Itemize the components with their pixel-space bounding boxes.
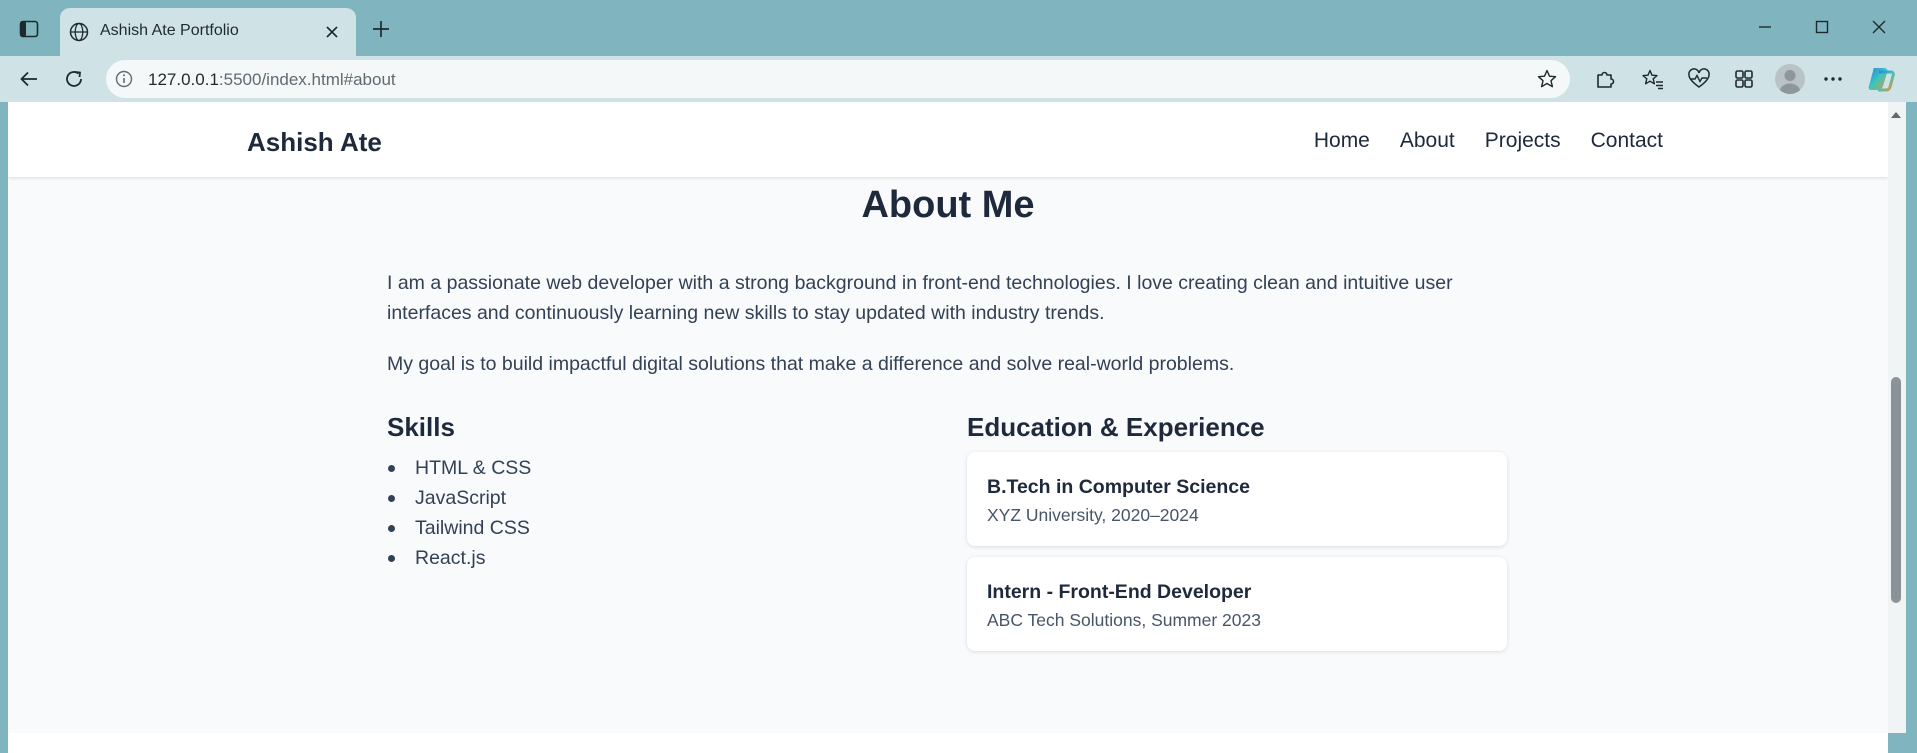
url-host: 127.0.0.1 bbox=[148, 70, 219, 89]
collections-icon[interactable] bbox=[1731, 66, 1757, 92]
page-bottom-edge bbox=[8, 733, 1888, 753]
nav-link-home[interactable]: Home bbox=[1314, 129, 1370, 153]
site-navbar: Ashish Ate Home About Projects Contact bbox=[8, 102, 1888, 177]
copilot-icon[interactable] bbox=[1866, 64, 1896, 94]
browser-titlebar: Ashish Ate Portfolio bbox=[0, 0, 1917, 56]
sidebar-toggle-icon[interactable] bbox=[16, 16, 42, 42]
site-brand[interactable]: Ashish Ate bbox=[247, 127, 382, 158]
scrollbar-thumb[interactable] bbox=[1891, 377, 1901, 603]
favorites-icon[interactable] bbox=[1640, 66, 1666, 92]
url-text: 127.0.0.1:5500/index.html#about bbox=[148, 70, 396, 90]
skill-item: JavaScript bbox=[387, 483, 531, 513]
card-subtitle: XYZ University, 2020–2024 bbox=[987, 505, 1199, 525]
avatar[interactable] bbox=[1775, 64, 1805, 94]
card-title: B.Tech in Computer Science bbox=[987, 476, 1250, 498]
skill-item: React.js bbox=[387, 543, 531, 573]
heart-pulse-icon[interactable] bbox=[1686, 66, 1712, 92]
about-title: About Me bbox=[861, 184, 1035, 226]
page-viewport: Ashish Ate Home About Projects Contact A… bbox=[8, 102, 1888, 733]
browser-tab[interactable]: Ashish Ate Portfolio bbox=[60, 8, 356, 56]
nav-links: Home About Projects Contact bbox=[1314, 129, 1663, 153]
back-arrow-icon[interactable] bbox=[16, 66, 42, 92]
window-close-icon[interactable] bbox=[1866, 14, 1892, 40]
skill-item: Tailwind CSS bbox=[387, 513, 531, 543]
skills-list: HTML & CSS JavaScript Tailwind CSS React… bbox=[387, 453, 531, 573]
education-heading: Education & Experience bbox=[967, 412, 1265, 442]
scroll-up-arrow-icon[interactable] bbox=[1889, 108, 1903, 122]
experience-card: Intern - Front-End Developer ABC Tech So… bbox=[967, 557, 1507, 651]
nav-link-contact[interactable]: Contact bbox=[1591, 129, 1663, 153]
about-paragraph-2: My goal is to build impactful digital so… bbox=[387, 353, 1235, 375]
nav-link-projects[interactable]: Projects bbox=[1485, 129, 1561, 153]
about-paragraph-1: I am a passionate web developer with a s… bbox=[387, 272, 1453, 324]
education-card: B.Tech in Computer Science XYZ Universit… bbox=[967, 452, 1507, 546]
refresh-icon[interactable] bbox=[61, 66, 87, 92]
globe-icon bbox=[68, 21, 90, 43]
minimize-icon[interactable] bbox=[1752, 14, 1778, 40]
address-bar[interactable]: 127.0.0.1:5500/index.html#about bbox=[106, 60, 1570, 98]
info-icon[interactable] bbox=[114, 69, 134, 89]
url-path: :5500/index.html#about bbox=[218, 70, 396, 89]
skills-heading: Skills bbox=[387, 412, 455, 442]
browser-toolbar: 127.0.0.1:5500/index.html#about bbox=[0, 56, 1917, 102]
puzzle-icon[interactable] bbox=[1592, 66, 1618, 92]
maximize-icon[interactable] bbox=[1809, 14, 1835, 40]
tab-title: Ashish Ate Portfolio bbox=[100, 22, 239, 39]
plus-icon[interactable] bbox=[368, 16, 394, 42]
card-subtitle: ABC Tech Solutions, Summer 2023 bbox=[987, 610, 1261, 630]
more-icon[interactable] bbox=[1820, 66, 1846, 92]
star-icon[interactable] bbox=[1536, 68, 1558, 90]
nav-link-about[interactable]: About bbox=[1400, 129, 1455, 153]
close-icon[interactable] bbox=[322, 22, 342, 42]
skill-item: HTML & CSS bbox=[387, 453, 531, 483]
card-title: Intern - Front-End Developer bbox=[987, 581, 1252, 603]
